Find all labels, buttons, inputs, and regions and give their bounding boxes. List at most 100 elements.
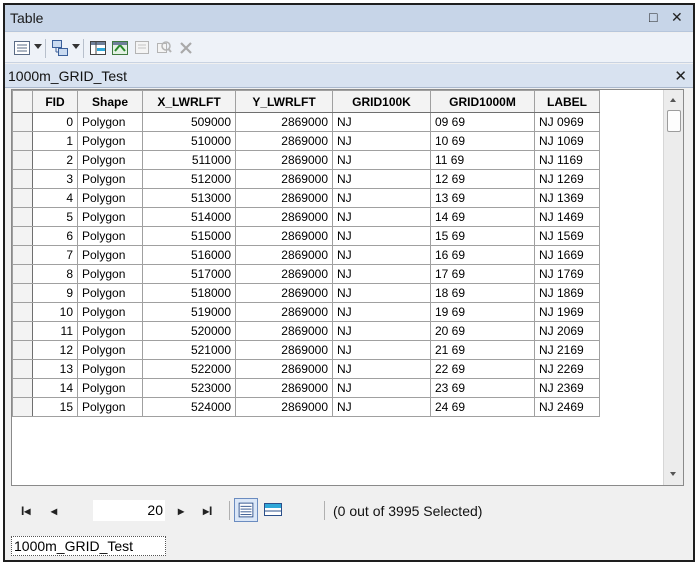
cell-x-lwrlft[interactable]: 512000 <box>142 169 236 189</box>
table-row[interactable]: 10 Polygon 519000 2869000 NJ 19 69 NJ 1969 <box>12 302 600 322</box>
cell-grid1000m[interactable]: 22 69 <box>430 359 535 379</box>
cell-shape[interactable]: Polygon <box>77 245 143 265</box>
cell-label[interactable]: NJ 2269 <box>534 359 600 379</box>
cell-grid1000m[interactable]: 24 69 <box>430 397 535 417</box>
cell-shape[interactable]: Polygon <box>77 169 143 189</box>
cell-x-lwrlft[interactable]: 513000 <box>142 188 236 208</box>
cell-label[interactable]: NJ 2169 <box>534 340 600 360</box>
cell-fid[interactable]: 14 <box>32 378 78 398</box>
cell-fid[interactable]: 10 <box>32 302 78 322</box>
cell-grid100k[interactable]: NJ <box>332 150 431 170</box>
cell-shape[interactable]: Polygon <box>77 302 143 322</box>
cell-label[interactable]: NJ 0969 <box>534 112 600 132</box>
chevron-down-icon[interactable] <box>34 44 42 49</box>
cell-y-lwrlft[interactable]: 2869000 <box>235 378 333 398</box>
row-selector[interactable] <box>12 321 33 341</box>
row-selector[interactable] <box>12 131 33 151</box>
cell-x-lwrlft[interactable]: 510000 <box>142 131 236 151</box>
cell-y-lwrlft[interactable]: 2869000 <box>235 226 333 246</box>
cell-shape[interactable]: Polygon <box>77 321 143 341</box>
row-selector[interactable] <box>12 359 33 379</box>
cell-fid[interactable]: 5 <box>32 207 78 227</box>
scroll-down-icon[interactable] <box>670 472 676 476</box>
cell-fid[interactable]: 7 <box>32 245 78 265</box>
cell-x-lwrlft[interactable]: 523000 <box>142 378 236 398</box>
cell-x-lwrlft[interactable]: 515000 <box>142 226 236 246</box>
cell-fid[interactable]: 13 <box>32 359 78 379</box>
cell-y-lwrlft[interactable]: 2869000 <box>235 131 333 151</box>
table-row[interactable]: 1 Polygon 510000 2869000 NJ 10 69 NJ 1069 <box>12 131 600 151</box>
cell-y-lwrlft[interactable]: 2869000 <box>235 397 333 417</box>
column-header-shape[interactable]: Shape <box>77 90 143 113</box>
cell-fid[interactable]: 8 <box>32 264 78 284</box>
cell-label[interactable]: NJ 1069 <box>534 131 600 151</box>
row-selector[interactable] <box>12 226 33 246</box>
cell-grid1000m[interactable]: 13 69 <box>430 188 535 208</box>
cell-label[interactable]: NJ 2369 <box>534 378 600 398</box>
table-row[interactable]: 9 Polygon 518000 2869000 NJ 18 69 NJ 1869 <box>12 283 600 303</box>
column-header-x-lwrlft[interactable]: X_LWRLFT <box>142 90 236 113</box>
cell-grid1000m[interactable]: 19 69 <box>430 302 535 322</box>
select-by-attributes-icon[interactable] <box>89 39 107 57</box>
table-row[interactable]: 5 Polygon 514000 2869000 NJ 14 69 NJ 1469 <box>12 207 600 227</box>
cell-grid1000m[interactable]: 15 69 <box>430 226 535 246</box>
cell-y-lwrlft[interactable]: 2869000 <box>235 321 333 341</box>
last-record-icon[interactable]: ▸I <box>203 504 212 518</box>
title-bar[interactable]: Table □ ✕ <box>5 5 693 32</box>
cell-x-lwrlft[interactable]: 511000 <box>142 150 236 170</box>
table-row[interactable]: 0 Polygon 509000 2869000 NJ 09 69 NJ 0969 <box>12 112 600 132</box>
zoom-to-selected-icon[interactable] <box>155 39 173 57</box>
cell-x-lwrlft[interactable]: 520000 <box>142 321 236 341</box>
cell-x-lwrlft[interactable]: 519000 <box>142 302 236 322</box>
cell-grid1000m[interactable]: 17 69 <box>430 264 535 284</box>
row-selector[interactable] <box>12 207 33 227</box>
cell-grid1000m[interactable]: 12 69 <box>430 169 535 189</box>
table-row[interactable]: 15 Polygon 524000 2869000 NJ 24 69 NJ 2469 <box>12 397 600 417</box>
row-selector[interactable] <box>12 340 33 360</box>
cell-grid1000m[interactable]: 21 69 <box>430 340 535 360</box>
row-selector[interactable] <box>12 378 33 398</box>
cell-label[interactable]: NJ 1269 <box>534 169 600 189</box>
cell-grid100k[interactable]: NJ <box>332 226 431 246</box>
cell-shape[interactable]: Polygon <box>77 131 143 151</box>
cell-shape[interactable]: Polygon <box>77 264 143 284</box>
table-row[interactable]: 2 Polygon 511000 2869000 NJ 11 69 NJ 1169 <box>12 150 600 170</box>
cell-x-lwrlft[interactable]: 517000 <box>142 264 236 284</box>
cell-shape[interactable]: Polygon <box>77 397 143 417</box>
cell-grid100k[interactable]: NJ <box>332 264 431 284</box>
cell-y-lwrlft[interactable]: 2869000 <box>235 112 333 132</box>
cell-label[interactable]: NJ 1969 <box>534 302 600 322</box>
table-row[interactable]: 4 Polygon 513000 2869000 NJ 13 69 NJ 1369 <box>12 188 600 208</box>
table-row[interactable]: 3 Polygon 512000 2869000 NJ 12 69 NJ 1269 <box>12 169 600 189</box>
cell-grid1000m[interactable]: 16 69 <box>430 245 535 265</box>
cell-label[interactable]: NJ 1869 <box>534 283 600 303</box>
table-options-icon[interactable] <box>13 39 31 57</box>
cell-label[interactable]: NJ 1169 <box>534 150 600 170</box>
show-all-records-icon[interactable] <box>234 498 258 522</box>
close-icon[interactable]: ✕ <box>671 8 683 26</box>
cell-shape[interactable]: Polygon <box>77 226 143 246</box>
row-selector[interactable] <box>12 112 33 132</box>
column-header-grid100k[interactable]: GRID100K <box>332 90 431 113</box>
cell-y-lwrlft[interactable]: 2869000 <box>235 150 333 170</box>
table-row[interactable]: 6 Polygon 515000 2869000 NJ 15 69 NJ 1569 <box>12 226 600 246</box>
chevron-down-icon[interactable] <box>72 44 80 49</box>
table-row[interactable]: 13 Polygon 522000 2869000 NJ 22 69 NJ 2269 <box>12 359 600 379</box>
cell-grid100k[interactable]: NJ <box>332 112 431 132</box>
row-selector[interactable] <box>12 188 33 208</box>
row-selector[interactable] <box>12 397 33 417</box>
select-all-cell[interactable] <box>12 90 33 113</box>
cell-grid100k[interactable]: NJ <box>332 340 431 360</box>
cell-grid100k[interactable]: NJ <box>332 397 431 417</box>
cell-fid[interactable]: 2 <box>32 150 78 170</box>
first-record-icon[interactable]: I◂ <box>21 504 30 518</box>
column-header-label[interactable]: LABEL <box>534 90 600 113</box>
cell-grid1000m[interactable]: 09 69 <box>430 112 535 132</box>
cell-label[interactable]: NJ 1569 <box>534 226 600 246</box>
cell-fid[interactable]: 12 <box>32 340 78 360</box>
cell-y-lwrlft[interactable]: 2869000 <box>235 188 333 208</box>
cell-grid100k[interactable]: NJ <box>332 321 431 341</box>
row-selector[interactable] <box>12 302 33 322</box>
cell-x-lwrlft[interactable]: 518000 <box>142 283 236 303</box>
cell-grid1000m[interactable]: 11 69 <box>430 150 535 170</box>
